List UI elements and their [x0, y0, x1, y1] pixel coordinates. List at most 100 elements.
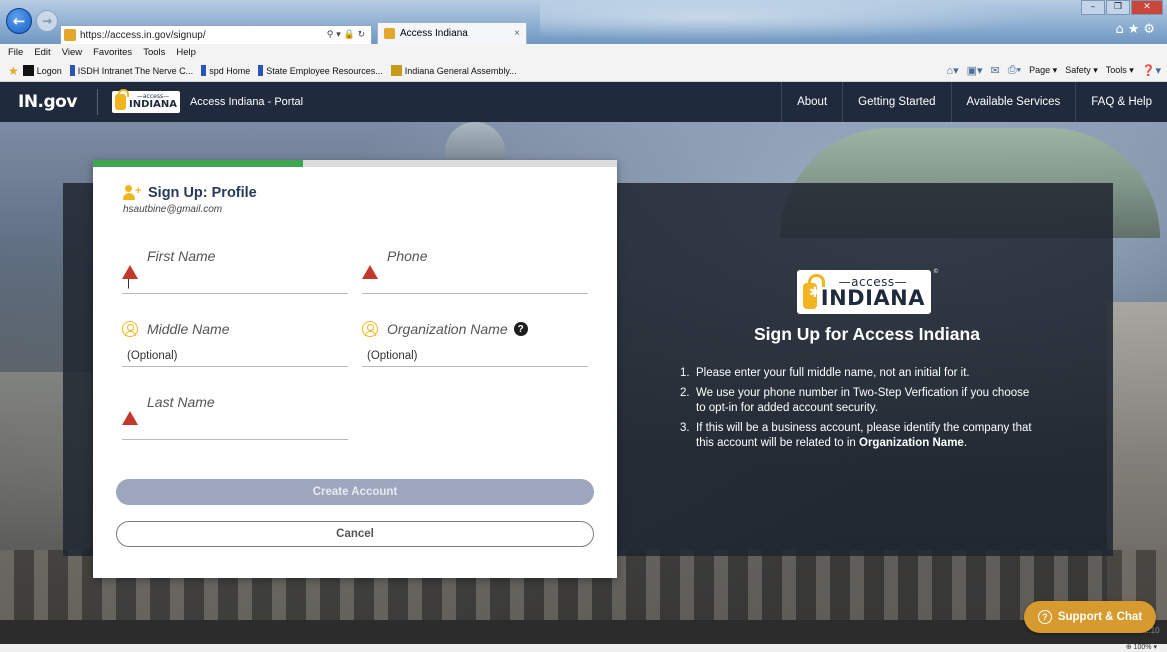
phone-input[interactable] [362, 272, 588, 294]
menu-favorites[interactable]: Favorites [93, 47, 132, 58]
help-circle-icon[interactable]: ❓▾ [1142, 64, 1161, 77]
nav-about[interactable]: About [781, 82, 842, 122]
list-item-text-part: . [963, 437, 968, 449]
card-title: + Sign Up: Profile [123, 185, 257, 201]
fav-state-employee[interactable]: State Employee Resources... [258, 65, 383, 76]
user-plus-icon: + [123, 185, 141, 201]
question-help-icon[interactable]: ? [513, 322, 528, 336]
cmd-safety[interactable]: Safety ▾ [1065, 65, 1098, 76]
logo-large-bottom-text: INDIANA [820, 285, 925, 310]
browser-titlebar: ← → https://access.in.gov/signup/ ⚲ ▾ 🔒 … [0, 0, 1167, 45]
middle-name-label-text: Middle Name [147, 321, 230, 337]
cmd-tools[interactable]: Tools ▾ [1106, 65, 1134, 76]
create-account-button[interactable]: Create Account [116, 479, 594, 505]
list-item-text: Please enter your full middle name, not … [696, 367, 970, 379]
fav-label: State Employee Resources... [266, 65, 383, 76]
organization-name-label-text: Organization Name [387, 321, 508, 337]
list-item: 1. Please enter your full middle name, no… [680, 366, 1040, 381]
user-circle-icon [122, 321, 138, 337]
tab-title: Access Indiana [400, 28, 468, 39]
minimize-icon[interactable]: – [1081, 0, 1105, 15]
cancel-button[interactable]: Cancel [116, 521, 594, 547]
organization-name-input[interactable] [362, 345, 588, 367]
card-title-text: Sign Up: Profile [148, 185, 257, 201]
fav-spd-home[interactable]: spd Home [201, 65, 250, 76]
favorites-star-icon[interactable]: ★ [8, 64, 19, 78]
fav-indiana-general-assembly[interactable]: Indiana General Assembly... [390, 65, 517, 76]
portal-title: Access Indiana - Portal [189, 96, 304, 108]
support-chat-label: Support & Chat [1057, 611, 1143, 623]
menu-help[interactable]: Help [176, 47, 196, 58]
top-navigation: About Getting Started Available Services… [781, 82, 1167, 122]
fav-isdh[interactable]: ISDH Intranet The Nerve C... [69, 65, 193, 76]
back-arrow-icon[interactable]: ← [6, 8, 32, 34]
browser-tab[interactable]: Access Indiana × [377, 22, 527, 44]
restore-icon[interactable]: ❐ [1106, 0, 1130, 15]
forward-arrow-icon[interactable]: → [36, 10, 58, 32]
middle-name-input[interactable] [122, 345, 348, 367]
progress-fill [93, 160, 303, 167]
close-window-icon[interactable]: ✕ [1131, 0, 1163, 15]
fav-logon[interactable]: Logon [22, 65, 62, 76]
question-circle-icon: ? [1037, 610, 1052, 624]
browser-statusbar [0, 644, 1167, 652]
cmd-page[interactable]: Page ▾ [1029, 65, 1057, 76]
print-icon[interactable]: ⎙▾ [1008, 64, 1021, 77]
organization-name-label: Organization Name ? [362, 319, 588, 339]
list-item-number: 3. [680, 422, 690, 434]
feeds-icon[interactable]: ▣▾ [967, 64, 983, 77]
signup-progress-bar [93, 160, 617, 167]
zoom-value: 100% [1133, 644, 1152, 651]
last-name-label: ! Last Name [122, 392, 348, 425]
fav-label: spd Home [209, 65, 251, 76]
command-bar: ⌂▾ ▣▾ ✉ ⎙▾ Page ▾ Safety ▾ Tools ▾ ❓▾ [946, 64, 1161, 77]
list-item-text: If this will be a business account, plea… [696, 421, 1040, 451]
fav-icon [258, 65, 264, 76]
zoom-level[interactable]: ⊕ 100% ▾ [1126, 644, 1157, 652]
list-item-text: We use your phone number in Two-Step Ver… [696, 387, 1030, 414]
titlebar-background [540, 0, 1100, 44]
first-name-input[interactable] [122, 272, 348, 294]
mail-icon[interactable]: ✉ [991, 64, 1000, 77]
nav-getting-started[interactable]: Getting Started [842, 82, 950, 122]
signup-card: + Sign Up: Profile hsautbine@gmail.com !… [93, 160, 617, 578]
fav-icon [22, 65, 34, 76]
list-item-number: 2. [680, 387, 690, 399]
menu-edit[interactable]: Edit [34, 47, 50, 58]
header-divider [96, 89, 98, 115]
site-header: IN.gov —access— INDIANA Access Indiana -… [0, 82, 1167, 122]
logo-small-bottom-text: INDIANA [128, 99, 177, 110]
url-text: https://access.in.gov/signup/ [80, 29, 206, 41]
ingov-logo[interactable]: IN.gov [18, 92, 77, 112]
access-indiana-logo-small[interactable]: —access— INDIANA [111, 89, 180, 113]
last-name-label-text: Last Name [147, 394, 215, 410]
middle-name-field: Middle Name [122, 319, 348, 367]
page-footer [0, 620, 1167, 644]
info-title: Sign Up for Access Indiana [754, 324, 980, 344]
phone-field: ! Phone [362, 246, 588, 294]
last-name-input[interactable] [122, 418, 348, 440]
window-controls: – ❐ ✕ [1081, 0, 1163, 15]
middle-name-label: Middle Name [122, 319, 348, 339]
menu-bar: File Edit View Favorites Tools Help [0, 44, 1167, 60]
fav-icon [390, 65, 402, 76]
home-star-gear-icons[interactable]: ⌂★⚙ [1115, 22, 1159, 37]
warning-icon: ! [362, 249, 378, 279]
first-name-field: ! First Name [122, 246, 348, 294]
phone-label: ! Phone [362, 246, 588, 279]
search-refresh-icon[interactable]: ⚲ ▾ 🔒 ↻ [321, 30, 371, 40]
tab-lock-icon [384, 28, 395, 39]
nav-available-services[interactable]: Available Services [950, 82, 1076, 122]
support-chat-button[interactable]: ? Support & Chat [1024, 601, 1156, 633]
menu-file[interactable]: File [8, 47, 23, 58]
user-email: hsautbine@gmail.com [123, 204, 223, 215]
nav-faq-help[interactable]: FAQ & Help [1075, 82, 1167, 122]
fav-label: Logon [36, 65, 62, 76]
padlock-icon [803, 274, 825, 309]
tab-close-icon[interactable]: × [514, 28, 520, 39]
menu-view[interactable]: View [62, 47, 82, 58]
address-bar[interactable]: https://access.in.gov/signup/ ⚲ ▾ 🔒 ↻ [60, 25, 372, 45]
first-name-label-text: First Name [147, 248, 216, 264]
home-icon[interactable]: ⌂▾ [946, 64, 958, 77]
menu-tools[interactable]: Tools [143, 47, 165, 58]
